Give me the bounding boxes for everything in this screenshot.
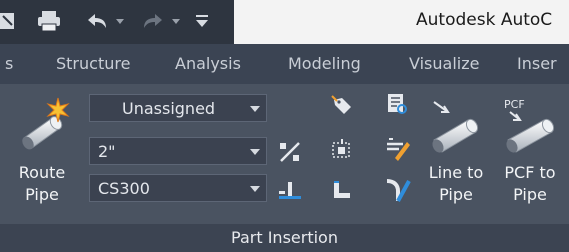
pcf-to-pipe-button[interactable]: PCF PCF to Pipe [494,84,566,224]
panel-title: Part Insertion [231,228,338,247]
pcf-to-pipe-label-line2: Pipe [513,185,547,204]
route-pipe-button[interactable]: Route Pipe [4,84,84,224]
title-bar: Autodesk AutoC [0,0,569,44]
app-icon[interactable] [0,10,22,32]
insert-fitting-icon[interactable] [330,138,354,162]
part-insertion-panel: Route Pipe Unassigned 2" CS300 Line to P… [0,84,569,224]
tab-visualize[interactable]: Visualize [409,54,479,73]
redo-icon[interactable] [140,12,166,30]
pcf-icon-text: PCF [504,98,525,111]
dropdown-icon[interactable] [115,18,125,26]
connection-icon[interactable] [385,177,411,203]
tab-modeling[interactable]: Modeling [288,54,361,73]
undo-icon[interactable] [84,12,110,30]
customize-icon[interactable] [195,13,209,29]
tag-icon[interactable] [330,94,354,116]
spec-dropdown[interactable]: Unassigned [89,94,267,122]
quick-access-toolbar [0,0,234,44]
slope-percent-icon[interactable] [278,140,302,164]
tab-partial-left[interactable]: s [5,54,13,73]
line-to-pipe-label-line2: Pipe [439,185,473,204]
line-to-pipe-icon [432,101,479,153]
size-dropdown-value: 2" [98,142,116,161]
class-dropdown[interactable]: CS300 [89,174,267,202]
elevation-icon[interactable] [278,179,302,201]
spec-dropdown-value: Unassigned [122,99,216,118]
line-to-pipe-button[interactable]: Line to Pipe [420,84,492,224]
chevron-down-icon[interactable] [250,186,260,192]
size-dropdown[interactable]: 2" [89,137,267,165]
route-pipe-label-line2: Pipe [25,185,59,204]
app-title: Autodesk AutoC [416,10,553,30]
print-icon[interactable] [36,10,62,32]
line-to-pipe-label-line1: Line to [428,163,484,182]
spec-edit-icon[interactable] [385,136,411,162]
chevron-down-icon[interactable] [250,106,260,112]
ribbon-tabs: s Structure Analysis Modeling Visualize … [0,44,569,84]
pcf-to-pipe-icon: PCF [504,98,555,153]
route-pipe-label-line1: Route [18,163,66,182]
elbow-icon[interactable] [330,178,354,202]
chevron-down-icon[interactable] [250,149,260,155]
tab-insert[interactable]: Inser [517,54,557,73]
tab-analysis[interactable]: Analysis [175,54,241,73]
dropdown-icon[interactable] [171,18,181,26]
route-pipe-icon [22,97,70,150]
panel-footer: Part Insertion [0,224,569,252]
pcf-to-pipe-label-line1: PCF to [504,163,556,182]
properties-icon[interactable] [385,92,409,116]
class-dropdown-value: CS300 [98,179,150,198]
tab-structure[interactable]: Structure [56,54,130,73]
